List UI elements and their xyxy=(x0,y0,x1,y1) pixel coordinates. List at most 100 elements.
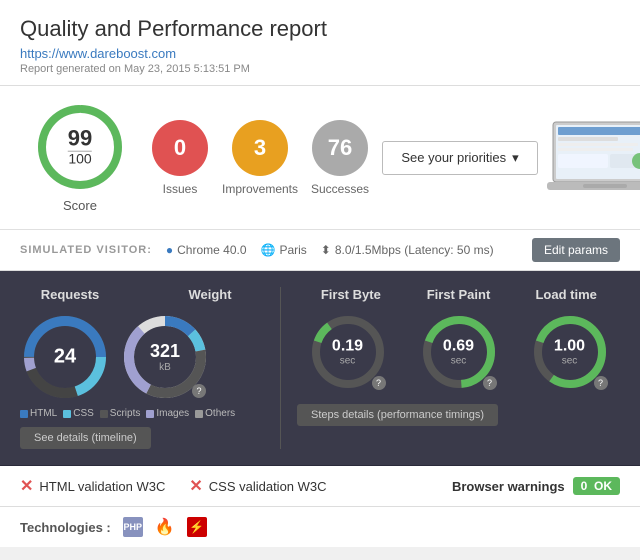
legend-images-label: Images xyxy=(156,408,189,419)
first-byte-question-icon[interactable]: ? xyxy=(372,376,386,390)
requests-gauge: 24 xyxy=(20,312,110,402)
improvements-label: Improvements xyxy=(222,182,298,196)
browser-value: Chrome 40.0 xyxy=(177,243,246,257)
legend-others: Others xyxy=(195,408,235,419)
report-url[interactable]: https://www.dareboost.com xyxy=(20,46,176,61)
globe-icon: 🌐 xyxy=(261,243,276,257)
priorities-area: See your priorities ▾ xyxy=(380,141,540,175)
first-byte-gauge: 0.19 sec ? xyxy=(297,312,398,392)
technologies-label: Technologies : xyxy=(20,520,111,535)
css-x-icon: ✕ xyxy=(189,476,202,496)
issues-metric: 0 Issues xyxy=(140,120,220,196)
edit-params-button[interactable]: Edit params xyxy=(532,238,620,262)
first-paint-title: First Paint xyxy=(405,287,513,302)
performance-section: Requests Weight 24 xyxy=(0,271,640,466)
first-byte-title: First Byte xyxy=(297,287,405,302)
legend-scripts: Scripts xyxy=(100,408,141,419)
html-dot xyxy=(20,410,28,418)
legend-html-label: HTML xyxy=(30,408,57,419)
load-time-title: Load time xyxy=(512,287,620,302)
weight-title: Weight xyxy=(150,287,270,302)
legend-css-label: CSS xyxy=(73,408,94,419)
metrics-area: 0 Issues 3 Improvements 76 Successes xyxy=(140,120,380,196)
legend-scripts-label: Scripts xyxy=(110,408,141,419)
requests-title: Requests xyxy=(20,287,120,302)
score-area: 99 100 Score xyxy=(20,102,140,213)
visitor-label: SIMULATED VISITOR: xyxy=(20,244,152,256)
fire-icon: 🔥 xyxy=(155,517,175,537)
weight-question-icon[interactable]: ? xyxy=(192,384,206,398)
css-validation-label: CSS validation W3C xyxy=(209,479,327,494)
priorities-label: See your priorities xyxy=(401,150,506,165)
summary-section: 99 100 Score 0 Issues 3 Improvements xyxy=(0,86,640,230)
speed-param: ⬍ 8.0/1.5Mbps (Latency: 50 ms) xyxy=(321,243,494,257)
html-validation-label: HTML validation W3C xyxy=(39,479,165,494)
browser-param: ● Chrome 40.0 xyxy=(166,243,247,257)
html-x-icon: ✕ xyxy=(20,476,33,496)
visitor-bar: SIMULATED VISITOR: ● Chrome 40.0 🌐 Paris… xyxy=(0,230,640,271)
first-paint-question-icon[interactable]: ? xyxy=(483,376,497,390)
score-text: 99 100 xyxy=(68,127,92,168)
successes-label: Successes xyxy=(311,182,369,196)
page-title: Quality and Performance report xyxy=(20,16,620,42)
ok-value: 0 xyxy=(581,479,588,493)
report-header: Quality and Performance report https://w… xyxy=(0,0,640,86)
location-param: 🌐 Paris xyxy=(261,243,307,257)
weight-unit: kB xyxy=(150,362,180,373)
priorities-button[interactable]: See your priorities ▾ xyxy=(382,141,537,175)
report-date: Report generated on May 23, 2015 5:13:51… xyxy=(20,63,620,75)
perf-left: Requests Weight 24 xyxy=(20,287,280,449)
first-paint-gauge: 0.69 sec ? xyxy=(408,312,509,392)
laptop-svg xyxy=(545,118,640,198)
timing-titles: First Byte First Paint Load time xyxy=(297,287,620,302)
html-validation: ✕ HTML validation W3C xyxy=(20,476,165,496)
score-label: Score xyxy=(63,198,97,213)
laptop-preview xyxy=(540,118,640,198)
successes-circle: 76 xyxy=(312,120,368,176)
issues-value: 0 xyxy=(174,135,186,161)
first-paint-value: 0.69 xyxy=(443,338,474,355)
score-denom: 100 xyxy=(68,151,92,167)
steps-details-button[interactable]: Steps details (performance timings) xyxy=(297,404,498,426)
rails-icon: ⚡ xyxy=(187,517,207,537)
perf-right: First Byte First Paint Load time 0.19 se… xyxy=(280,287,620,449)
requests-value: 24 xyxy=(54,346,76,368)
successes-metric: 76 Successes xyxy=(300,120,380,196)
scripts-dot xyxy=(100,410,108,418)
legend-css: CSS xyxy=(63,408,94,419)
weight-gauge: 321 kB ? xyxy=(120,312,210,402)
timing-gauges: 0.19 sec ? 0.69 xyxy=(297,312,620,392)
legend-html: HTML xyxy=(20,408,57,419)
load-time-question-icon[interactable]: ? xyxy=(594,376,608,390)
location-value: Paris xyxy=(279,243,306,257)
validation-bar: ✕ HTML validation W3C ✕ CSS validation W… xyxy=(0,466,640,507)
browser-warnings: Browser warnings 0 OK xyxy=(452,477,620,495)
images-dot xyxy=(146,410,154,418)
requests-center: 24 xyxy=(54,346,76,369)
issues-circle: 0 xyxy=(152,120,208,176)
load-time-value: 1.00 xyxy=(554,338,585,355)
ok-label: OK xyxy=(594,479,612,493)
improvements-metric: 3 Improvements xyxy=(220,120,300,196)
score-donut: 99 100 xyxy=(35,102,125,192)
legend-others-label: Others xyxy=(205,408,235,419)
first-byte-unit: sec xyxy=(332,356,363,367)
speed-value: 8.0/1.5Mbps (Latency: 50 ms) xyxy=(335,243,494,257)
browser-warnings-label: Browser warnings xyxy=(452,479,565,494)
first-byte-value: 0.19 xyxy=(332,338,363,355)
first-paint-unit: sec xyxy=(443,356,474,367)
score-value: 99 xyxy=(68,127,92,151)
issues-label: Issues xyxy=(163,182,198,196)
details-timeline-button[interactable]: See details (timeline) xyxy=(20,427,151,449)
chevron-down-icon: ▾ xyxy=(512,150,519,166)
browser-icon: ● xyxy=(166,243,173,257)
speed-icon: ⬍ xyxy=(321,243,331,257)
successes-value: 76 xyxy=(328,135,352,161)
others-dot xyxy=(195,410,203,418)
legend-row: HTML CSS Scripts Images Others xyxy=(20,408,280,419)
technologies-bar: Technologies : PHP 🔥 ⚡ xyxy=(0,507,640,547)
php-icon: PHP xyxy=(123,517,143,537)
weight-center: 321 kB xyxy=(150,341,180,373)
load-time-gauge: 1.00 sec ? xyxy=(519,312,620,392)
ok-badge: 0 OK xyxy=(573,477,620,495)
